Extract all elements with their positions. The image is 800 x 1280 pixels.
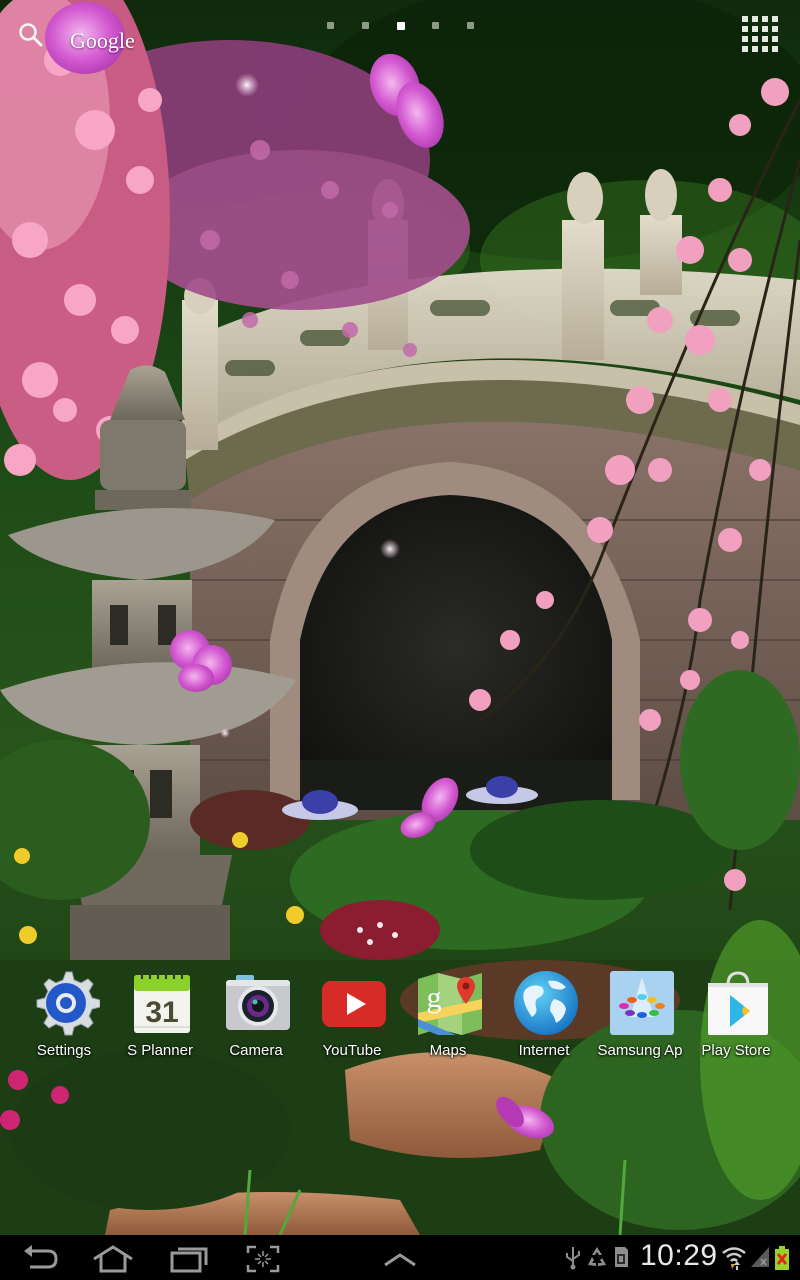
- page-dot-3-active[interactable]: [397, 21, 405, 30]
- google-search-label: Google: [70, 28, 135, 53]
- app-label: Internet: [518, 1042, 570, 1059]
- maps-icon: g: [418, 973, 482, 1035]
- calendar-date: 31: [145, 996, 178, 1029]
- app-label: S Planner: [127, 1042, 193, 1059]
- home-icon: [93, 1245, 133, 1273]
- system-navigation-bar: 10:29: [0, 1235, 800, 1280]
- recycle-icon: [588, 1247, 606, 1266]
- page-dot-2[interactable]: [362, 22, 369, 29]
- play-store-icon: [708, 971, 768, 1035]
- app-label: Maps: [429, 1042, 467, 1059]
- search-icon: [19, 23, 43, 47]
- youtube-icon: [322, 981, 386, 1027]
- apps-drawer-button[interactable]: [738, 12, 780, 54]
- app-camera[interactable]: Camera: [208, 966, 304, 1066]
- app-settings[interactable]: Settings: [16, 966, 112, 1066]
- apps-grid-icon: [742, 16, 778, 52]
- screenshot-button[interactable]: [240, 1241, 286, 1275]
- page-dot-4[interactable]: [432, 22, 439, 29]
- app-label: Samsung Ap: [597, 1042, 683, 1059]
- app-s-planner[interactable]: 31 S Planner: [112, 966, 208, 1066]
- recent-apps-button[interactable]: [166, 1241, 212, 1275]
- app-label: Play Store: [701, 1042, 771, 1059]
- app-play-store[interactable]: Play Store: [688, 966, 784, 1066]
- app-shortcut-row: Settings 31 S Planner Camera YouTube g M…: [0, 966, 800, 1066]
- back-icon: [24, 1245, 58, 1269]
- app-internet[interactable]: Internet: [496, 966, 592, 1066]
- app-youtube[interactable]: YouTube: [304, 966, 400, 1066]
- wifi-icon: [722, 1247, 746, 1270]
- sd-card-icon: [615, 1247, 628, 1267]
- globe-icon: [514, 971, 578, 1035]
- usb-icon: [566, 1247, 580, 1270]
- cell-signal-icon: [751, 1247, 769, 1267]
- mini-apps-tray-button[interactable]: [377, 1241, 423, 1275]
- google-search-widget[interactable]: Google: [14, 8, 135, 60]
- settings-gear-icon: [36, 971, 100, 1036]
- camera-icon: [226, 975, 290, 1030]
- chevron-up-icon: [384, 1253, 416, 1267]
- app-label: YouTube: [322, 1042, 382, 1059]
- home-button[interactable]: [90, 1241, 136, 1275]
- page-dot-5[interactable]: [467, 22, 474, 29]
- recent-apps-icon: [170, 1247, 208, 1273]
- app-maps[interactable]: g Maps: [400, 966, 496, 1066]
- app-samsung-apps[interactable]: Samsung Ap: [592, 966, 688, 1066]
- calendar-icon: 31: [134, 971, 190, 1033]
- home-page-indicator: [324, 21, 484, 34]
- app-label: Camera: [229, 1042, 283, 1059]
- svg-text:g: g: [427, 981, 442, 1014]
- page-dot-1[interactable]: [327, 22, 334, 29]
- samsung-apps-icon: [610, 971, 674, 1035]
- back-button[interactable]: [18, 1241, 64, 1275]
- battery-icon: [775, 1246, 789, 1270]
- screenshot-icon: [246, 1245, 280, 1273]
- app-label: Settings: [36, 1042, 92, 1059]
- status-clock: 10:29: [640, 1239, 718, 1272]
